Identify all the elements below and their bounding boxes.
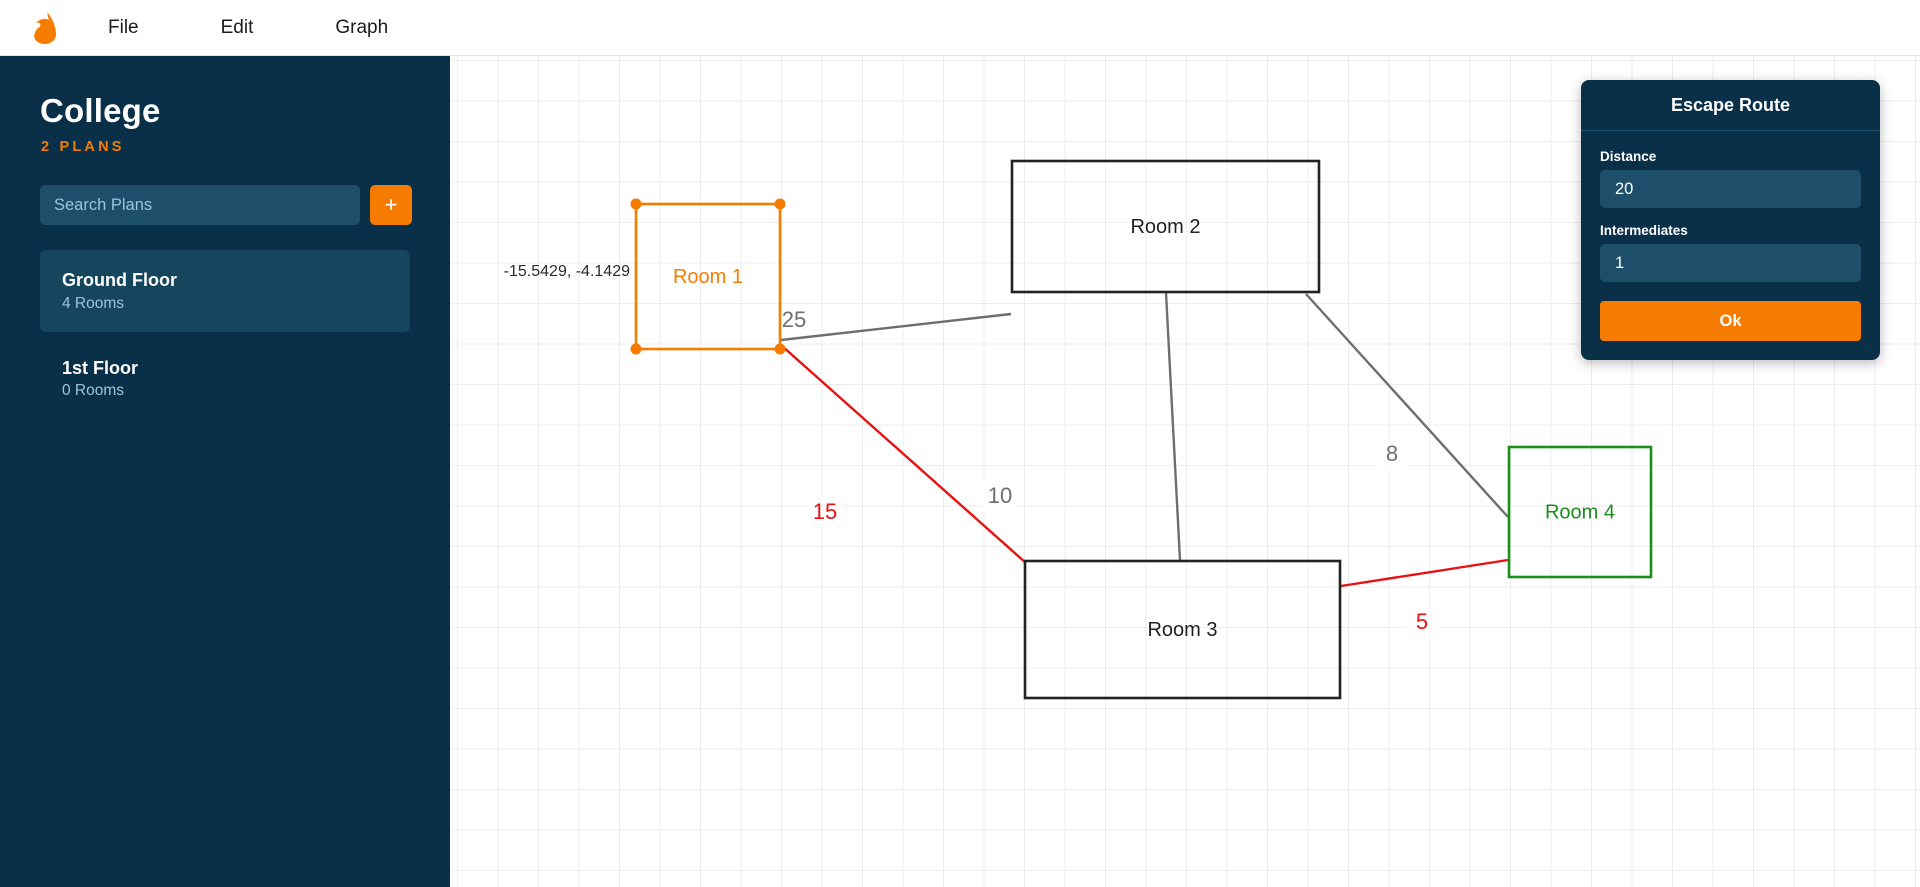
room-node[interactable]: Room 4 xyxy=(1507,445,1653,579)
sidebar: College 2 PLANS + Ground Floor 4 Rooms 1… xyxy=(0,56,450,887)
plan-item-name: 1st Floor xyxy=(62,357,139,378)
menu-bar: File Edit Graph xyxy=(0,0,1920,56)
menu-item-file[interactable]: File xyxy=(98,11,149,45)
plan-item-ground-floor[interactable]: Ground Floor 4 Rooms xyxy=(40,250,410,332)
room-resize-handle[interactable] xyxy=(630,198,642,210)
graph-edge[interactable]: 8 xyxy=(1305,293,1509,518)
edge-line[interactable] xyxy=(781,345,1027,564)
edge-line[interactable] xyxy=(1340,558,1509,588)
intermediates-input[interactable] xyxy=(1600,244,1861,282)
dialog-body: Distance Intermediates Ok xyxy=(1581,131,1880,360)
application-window: File Edit Graph College 2 PLANS + Ground… xyxy=(0,0,1920,887)
edge-line[interactable] xyxy=(780,312,1012,342)
plan-count-label: 2 PLANS xyxy=(41,139,125,155)
plan-item-name: Ground Floor xyxy=(62,270,177,290)
flame-icon[interactable] xyxy=(22,6,68,50)
graph-edge[interactable]: 5 xyxy=(1340,558,1509,637)
room-node[interactable]: Room 3 xyxy=(1023,559,1342,700)
edge-weight-label: 25 xyxy=(782,307,806,332)
search-row: + xyxy=(40,185,412,225)
plan-item-room-count: 4 Rooms xyxy=(62,294,125,312)
intermediates-label: Intermediates xyxy=(1600,223,1688,238)
plan-list: Ground Floor 4 Rooms 1st Floor 0 Rooms xyxy=(0,250,450,420)
edge-weight-label: 15 xyxy=(813,499,837,524)
dialog-title: Escape Route xyxy=(1581,80,1880,131)
edge-line[interactable] xyxy=(1164,292,1182,561)
add-plan-button[interactable]: + xyxy=(370,185,412,225)
plan-item-1st-floor[interactable]: 1st Floor 0 Rooms xyxy=(40,338,410,420)
room-name-label: Room 1 xyxy=(673,266,743,288)
menu-item-edit[interactable]: Edit xyxy=(211,11,264,45)
distance-input[interactable] xyxy=(1600,170,1861,208)
room-resize-handle[interactable] xyxy=(774,198,786,210)
room-name-label: Room 2 xyxy=(1130,216,1200,238)
edge-weight-label: 10 xyxy=(988,483,1012,508)
edge-line[interactable] xyxy=(1305,293,1509,518)
room-name-label: Room 4 xyxy=(1545,501,1615,523)
edge-weight-label: 5 xyxy=(1416,609,1428,634)
distance-label: Distance xyxy=(1600,149,1657,164)
room-resize-handle[interactable] xyxy=(774,343,786,355)
search-input[interactable] xyxy=(40,185,360,225)
escape-route-dialog: Escape Route Distance Intermediates Ok xyxy=(1581,80,1880,360)
graph-edge[interactable]: 25 xyxy=(777,307,1012,342)
room-resize-handle[interactable] xyxy=(630,343,642,355)
room-node[interactable]: Room 2 xyxy=(1010,159,1321,294)
graph-edge[interactable]: 10 xyxy=(983,292,1182,561)
menu-item-graph[interactable]: Graph xyxy=(325,11,398,45)
room-name-label: Room 3 xyxy=(1147,619,1217,641)
plan-item-room-count: 0 Rooms xyxy=(62,382,125,400)
ok-button[interactable]: Ok xyxy=(1600,301,1861,341)
edge-weight-label: 8 xyxy=(1386,441,1398,466)
project-title: College xyxy=(40,92,161,129)
graph-edge[interactable]: 15 xyxy=(781,345,1027,564)
room-node[interactable]: Room 1 xyxy=(630,198,786,355)
coordinate-tooltip: -15.5429, -4.1429 xyxy=(504,263,630,280)
